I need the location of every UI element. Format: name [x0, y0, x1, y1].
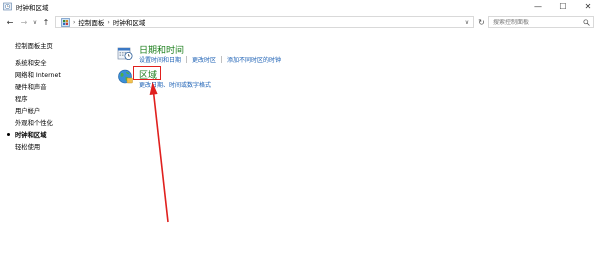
breadcrumb-control-panel[interactable]: 控制面板	[78, 17, 104, 27]
sidebar-item-network-internet[interactable]: 网络和 Internet	[15, 70, 61, 79]
category-links-date-time: 设置时间和日期 更改时区 添加不同时区的时钟	[139, 55, 281, 64]
search-icon[interactable]	[583, 19, 590, 26]
sidebar-item-ease-of-access[interactable]: 轻松使用	[15, 142, 40, 151]
link-divider	[221, 56, 223, 63]
breadcrumb-clock-region[interactable]: 时钟和区域	[113, 17, 146, 27]
minimize-button[interactable]: —	[526, 0, 550, 13]
category-links-region: 更改日期、时间或数字格式	[139, 80, 211, 89]
search-box[interactable]	[488, 16, 594, 28]
up-button[interactable]: ↑	[41, 14, 51, 30]
link-change-time-zone[interactable]: 更改时区	[192, 55, 216, 64]
address-dropdown-icon[interactable]: ∨	[462, 16, 472, 28]
current-item-bullet-icon	[7, 133, 10, 136]
sidebar-item-programs[interactable]: 程序	[15, 94, 28, 103]
close-button[interactable]: ✕	[576, 0, 600, 13]
link-change-date-time-number-formats[interactable]: 更改日期、时间或数字格式	[139, 80, 211, 89]
address-bar[interactable]: › 控制面板 › 时钟和区域	[55, 16, 474, 28]
sidebar-item-system-security[interactable]: 系统和安全	[15, 58, 46, 67]
forward-button[interactable]: →	[18, 14, 30, 30]
link-divider	[186, 56, 188, 63]
annotation-highlight-box	[133, 66, 161, 80]
refresh-icon[interactable]: ↻	[476, 16, 487, 28]
sidebar-item-control-panel-home[interactable]: 控制面板主页	[15, 41, 53, 50]
sidebar-item-hardware-sound[interactable]: 硬件和声音	[15, 82, 46, 91]
link-add-clocks[interactable]: 添加不同时区的时钟	[227, 55, 281, 64]
search-input[interactable]	[493, 18, 581, 26]
link-set-time-date[interactable]: 设置时间和日期	[139, 55, 181, 64]
breadcrumb-separator: ›	[107, 18, 110, 26]
clock-icon[interactable]	[117, 45, 133, 61]
recent-locations-icon[interactable]: ∨	[31, 14, 39, 30]
clock-region-icon	[3, 2, 12, 11]
control-panel-icon	[61, 17, 70, 27]
sidebar-item-clock-region[interactable]: 时钟和区域	[15, 130, 46, 139]
sidebar: 控制面板主页 系统和安全 网络和 Internet 硬件和声音 程序 用户帐户 …	[0, 30, 110, 255]
window-title: 时钟和区域	[16, 3, 49, 12]
title-bar: 时钟和区域	[0, 0, 600, 13]
sidebar-item-appearance[interactable]: 外观和个性化	[15, 118, 53, 127]
sidebar-item-user-accounts[interactable]: 用户帐户	[15, 106, 40, 115]
breadcrumb-separator: ›	[73, 18, 76, 26]
back-button[interactable]: ←	[4, 14, 16, 30]
maximize-button[interactable]: ☐	[551, 0, 575, 13]
globe-icon[interactable]	[117, 68, 133, 84]
